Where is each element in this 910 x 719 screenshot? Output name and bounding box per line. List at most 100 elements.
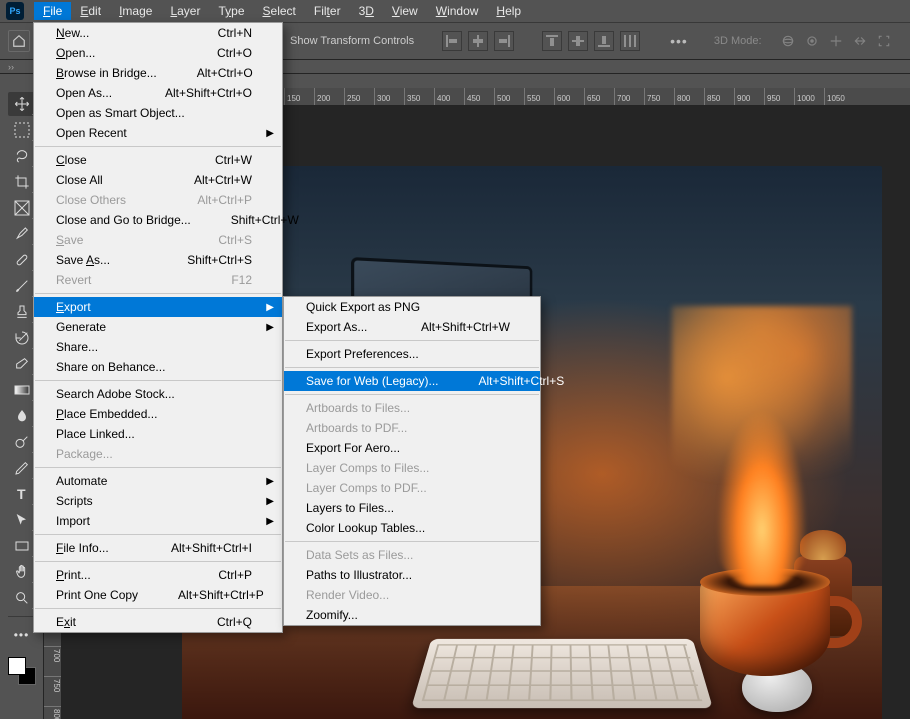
ruler-tick: 150: [284, 88, 314, 105]
file-menu-item-scripts[interactable]: Scripts▶: [34, 491, 282, 511]
file-menu-item-place-linked[interactable]: Place Linked...: [34, 424, 282, 444]
menu-file[interactable]: File: [34, 2, 71, 20]
file-menu-item-share-on-behance[interactable]: Share on Behance...: [34, 357, 282, 377]
healing-brush-tool[interactable]: [8, 248, 36, 272]
dodge-tool[interactable]: [8, 430, 36, 454]
file-menu-item-exit[interactable]: ExitCtrl+Q: [34, 612, 282, 632]
export-menu-item-save-for-web-legacy[interactable]: Save for Web (Legacy)...Alt+Shift+Ctrl+S: [284, 371, 540, 391]
ruler-tick: 600: [554, 88, 584, 105]
menu-select[interactable]: Select: [254, 2, 305, 20]
file-menu-item-close-and-go-to-bridge[interactable]: Close and Go to Bridge...Shift+Ctrl+W: [34, 210, 282, 230]
export-menu-item-export-as[interactable]: Export As...Alt+Shift+Ctrl+W: [284, 317, 540, 337]
rectangle-tool[interactable]: [8, 534, 36, 558]
file-menu-item-place-embedded[interactable]: Place Embedded...: [34, 404, 282, 424]
menu-help[interactable]: Help: [487, 2, 530, 20]
ruler-tick: 750: [644, 88, 674, 105]
ruler-tick: 400: [434, 88, 464, 105]
file-menu-item-save-as[interactable]: Save As...Shift+Ctrl+S: [34, 250, 282, 270]
export-menu-item-layers-to-files[interactable]: Layers to Files...: [284, 498, 540, 518]
file-menu-item-close-all[interactable]: Close AllAlt+Ctrl+W: [34, 170, 282, 190]
roll-3d-icon[interactable]: [804, 33, 820, 49]
align-right-button[interactable]: [494, 31, 514, 51]
type-tool[interactable]: T: [8, 482, 36, 506]
file-menu-item-open-as[interactable]: Open As...Alt+Shift+Ctrl+O: [34, 83, 282, 103]
history-brush-tool[interactable]: [8, 326, 36, 350]
align-bottom-button[interactable]: [594, 31, 614, 51]
menu-edit[interactable]: Edit: [71, 2, 110, 20]
file-menu-item-browse-in-bridge[interactable]: Browse in Bridge...Alt+Ctrl+O: [34, 63, 282, 83]
edit-toolbar-button[interactable]: •••: [8, 623, 36, 647]
menu-view[interactable]: View: [383, 2, 427, 20]
pen-tool[interactable]: [8, 456, 36, 480]
eyedropper-tool[interactable]: [8, 222, 36, 246]
align-center-h-button[interactable]: [468, 31, 488, 51]
align-group: [442, 31, 514, 51]
file-menu-item-search-adobe-stock[interactable]: Search Adobe Stock...: [34, 384, 282, 404]
file-menu-item-open-as-smart-object[interactable]: Open as Smart Object...: [34, 103, 282, 123]
export-menu-item-export-for-aero[interactable]: Export For Aero...: [284, 438, 540, 458]
ruler-tick: 700: [614, 88, 644, 105]
menu-window[interactable]: Window: [427, 2, 488, 20]
distribute-button[interactable]: [620, 31, 640, 51]
zoom-3d-icon[interactable]: [876, 33, 892, 49]
menu-type[interactable]: Type: [209, 2, 253, 20]
color-swatches[interactable]: [6, 655, 38, 687]
show-transform-label: Show Transform Controls: [290, 35, 414, 47]
export-menu-item-color-lookup-tables[interactable]: Color Lookup Tables...: [284, 518, 540, 538]
export-menu-item-zoomify[interactable]: Zoomify...: [284, 605, 540, 625]
ruler-tick: 800: [674, 88, 704, 105]
clone-stamp-tool[interactable]: [8, 300, 36, 324]
lasso-tool[interactable]: [8, 144, 36, 168]
blur-tool[interactable]: [8, 404, 36, 428]
brush-tool[interactable]: [8, 274, 36, 298]
home-icon[interactable]: [8, 30, 30, 52]
file-menu-item-file-info[interactable]: File Info...Alt+Shift+Ctrl+I: [34, 538, 282, 558]
menu-image[interactable]: Image: [110, 2, 161, 20]
file-menu-item-print-one-copy[interactable]: Print One CopyAlt+Shift+Ctrl+P: [34, 585, 282, 605]
file-menu-item-export[interactable]: Export▶: [34, 297, 282, 317]
ruler-tick: 650: [584, 88, 614, 105]
align-left-button[interactable]: [442, 31, 462, 51]
path-selection-tool[interactable]: [8, 508, 36, 532]
more-options-icon[interactable]: •••: [670, 33, 688, 49]
hand-tool[interactable]: [8, 560, 36, 584]
file-menu-item-automate[interactable]: Automate▶: [34, 471, 282, 491]
export-menu-item-export-preferences[interactable]: Export Preferences...: [284, 344, 540, 364]
pan-3d-icon[interactable]: [828, 33, 844, 49]
align-top-button[interactable]: [542, 31, 562, 51]
export-menu-item-quick-export-as-png[interactable]: Quick Export as PNG: [284, 297, 540, 317]
file-menu-item-revert: RevertF12: [34, 270, 282, 290]
file-menu-item-share[interactable]: Share...: [34, 337, 282, 357]
export-menu-item-layer-comps-to-pdf: Layer Comps to PDF...: [284, 478, 540, 498]
export-menu-item-data-sets-as-files: Data Sets as Files...: [284, 545, 540, 565]
file-menu-item-import[interactable]: Import▶: [34, 511, 282, 531]
slide-3d-icon[interactable]: [852, 33, 868, 49]
ruler-tick: 250: [344, 88, 374, 105]
marquee-tool[interactable]: [8, 118, 36, 142]
menu-layer[interactable]: Layer: [161, 2, 209, 20]
eraser-tool[interactable]: [8, 352, 36, 376]
file-menu-item-close[interactable]: CloseCtrl+W: [34, 150, 282, 170]
ruler-tick: 450: [464, 88, 494, 105]
file-menu-item-open-recent[interactable]: Open Recent▶: [34, 123, 282, 143]
export-menu-item-paths-to-illustrator[interactable]: Paths to Illustrator...: [284, 565, 540, 585]
ruler-tick: 200: [314, 88, 344, 105]
file-menu-item-print[interactable]: Print...Ctrl+P: [34, 565, 282, 585]
align-center-v-button[interactable]: [568, 31, 588, 51]
file-menu-item-open[interactable]: Open...Ctrl+O: [34, 43, 282, 63]
chevron-right-icon[interactable]: ››: [8, 62, 14, 72]
ruler-tick: 1050: [824, 88, 854, 105]
file-menu-item-generate[interactable]: Generate▶: [34, 317, 282, 337]
orbit-3d-icon[interactable]: [780, 33, 796, 49]
zoom-tool[interactable]: [8, 586, 36, 610]
ruler-tick: 350: [404, 88, 434, 105]
menu-filter[interactable]: Filter: [305, 2, 350, 20]
frame-tool[interactable]: [8, 196, 36, 220]
file-menu-item-close-others: Close OthersAlt+Ctrl+P: [34, 190, 282, 210]
move-tool[interactable]: [8, 92, 36, 116]
file-menu-item-new[interactable]: New...Ctrl+N: [34, 23, 282, 43]
menu-3d[interactable]: 3D: [350, 2, 383, 20]
ruler-tick: 850: [704, 88, 734, 105]
crop-tool[interactable]: [8, 170, 36, 194]
gradient-tool[interactable]: [8, 378, 36, 402]
